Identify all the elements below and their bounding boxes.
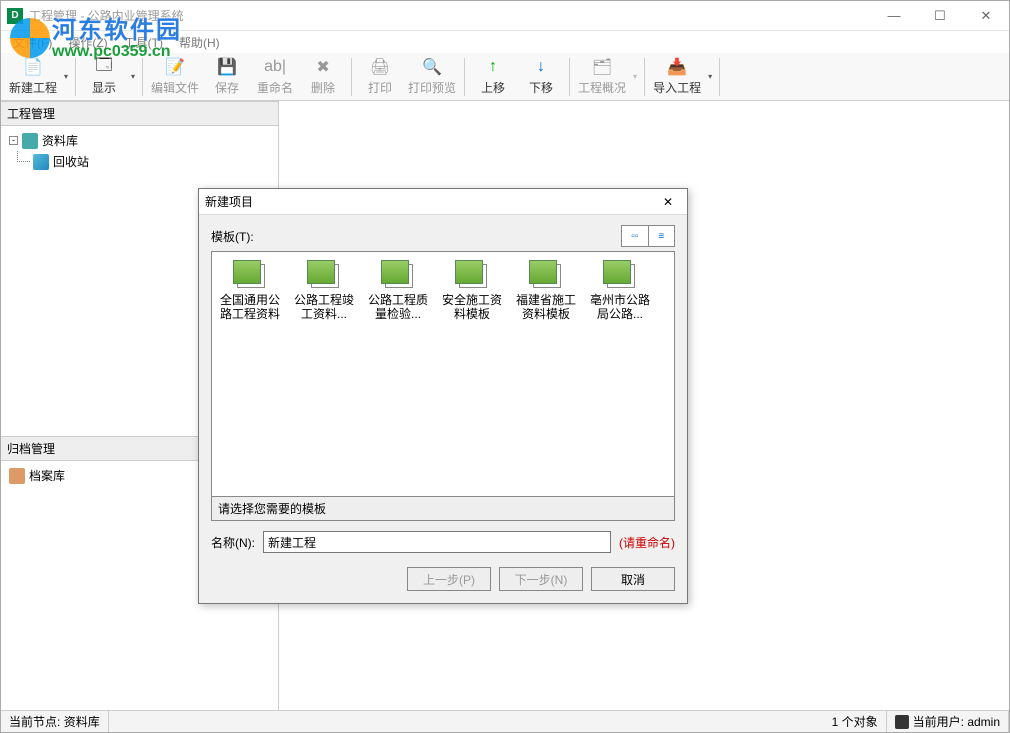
menu-help[interactable]: 帮助(H) <box>173 32 226 53</box>
project-panel-header: 工程管理 <box>1 101 278 126</box>
print-button[interactable]: 🖨 打印 <box>356 55 404 99</box>
menu-tools[interactable]: 工具(T) <box>118 32 169 53</box>
import-icon: 📥 <box>667 57 687 77</box>
separator <box>569 58 570 96</box>
dialog-titlebar[interactable]: 新建项目 ✕ <box>199 189 687 215</box>
titlebar: D 工程管理 - 公路内业管理系统 — ☐ ✕ <box>1 1 1009 31</box>
new-project-dropdown[interactable]: ▾ <box>61 55 71 99</box>
templates-label: 模板(T): <box>211 228 254 245</box>
menu-file[interactable]: 文件(F) <box>7 32 58 53</box>
rename-icon: ab| <box>265 57 285 77</box>
separator <box>142 58 143 96</box>
template-icon <box>455 260 489 290</box>
app-icon: D <box>7 8 23 24</box>
delete-icon: ✖ <box>313 57 333 77</box>
template-icon <box>233 260 267 290</box>
minimize-button[interactable]: — <box>871 1 917 30</box>
template-icon <box>529 260 563 290</box>
save-icon: 💾 <box>217 57 237 77</box>
window-controls: — ☐ ✕ <box>871 1 1009 30</box>
dialog-close-button[interactable]: ✕ <box>655 192 681 212</box>
status-current-node: 当前节点: 资料库 <box>1 711 109 732</box>
arrow-down-icon: ↓ <box>531 57 551 77</box>
toolbar: 📄 新建工程 ▾ 🗔 显示 ▾ 📝 编辑文件 💾 保存 ab| 重命名 ✖ 删除 <box>1 53 1009 101</box>
folder-icon <box>22 133 38 149</box>
template-item[interactable]: 公路工程质量检验... <box>368 260 428 322</box>
archive-icon <box>9 468 25 484</box>
import-project-button[interactable]: 📥 导入工程 <box>649 55 705 99</box>
rename-hint: (请重命名) <box>619 534 675 551</box>
new-project-icon: 📄 <box>23 57 43 77</box>
project-overview-button[interactable]: 🗂 工程概况 <box>574 55 630 99</box>
display-dropdown[interactable]: ▾ <box>128 55 138 99</box>
edit-file-button[interactable]: 📝 编辑文件 <box>147 55 203 99</box>
tree-root-item[interactable]: - 资料库 <box>5 130 274 151</box>
template-item[interactable]: 亳州市公路局公路... <box>590 260 650 322</box>
move-up-button[interactable]: ↑ 上移 <box>469 55 517 99</box>
minus-icon[interactable]: - <box>9 136 18 145</box>
cancel-button[interactable]: 取消 <box>591 567 675 591</box>
window-title: 工程管理 - 公路内业管理系统 <box>29 7 871 24</box>
overview-dropdown[interactable]: ▾ <box>630 55 640 99</box>
display-button[interactable]: 🗔 显示 <box>80 55 128 99</box>
template-item[interactable]: 公路工程竣工资料... <box>294 260 354 322</box>
menubar: 文件(F) 操作(Z) 工具(T) 帮助(H) <box>1 31 1009 53</box>
status-current-user: 当前用户: admin <box>887 711 1009 732</box>
prev-button[interactable]: 上一步(P) <box>407 567 491 591</box>
template-icon <box>307 260 341 290</box>
statusbar: 当前节点: 资料库 1 个对象 当前用户: admin <box>1 710 1009 732</box>
dialog-buttons: 上一步(P) 下一步(N) 取消 <box>211 567 675 591</box>
archive-root-label: 档案库 <box>29 467 65 484</box>
new-project-dialog: 新建项目 ✕ 模板(T): ▫▫ ≡ 全国通用公路工程资料 公路工程竣工资料..… <box>198 188 688 604</box>
large-icons-view[interactable]: ▫▫ <box>622 226 649 246</box>
move-down-button[interactable]: ↓ 下移 <box>517 55 565 99</box>
template-list[interactable]: 全国通用公路工程资料 公路工程竣工资料... 公路工程质量检验... 安全施工资… <box>211 251 675 497</box>
separator <box>75 58 76 96</box>
separator <box>644 58 645 96</box>
edit-file-icon: 📝 <box>165 57 185 77</box>
name-row: 名称(N): (请重命名) <box>211 531 675 553</box>
status-object-count: 1 个对象 <box>824 711 887 732</box>
maximize-button[interactable]: ☐ <box>917 1 963 30</box>
template-hint: 请选择您需要的模板 <box>211 497 675 521</box>
print-preview-icon: 🔍 <box>422 57 442 77</box>
next-button[interactable]: 下一步(N) <box>499 567 583 591</box>
template-icon <box>381 260 415 290</box>
print-preview-button[interactable]: 🔍 打印预览 <box>404 55 460 99</box>
template-item[interactable]: 安全施工资料模板 <box>442 260 502 322</box>
name-label: 名称(N): <box>211 534 255 551</box>
user-icon <box>895 715 909 729</box>
arrow-up-icon: ↑ <box>483 57 503 77</box>
import-dropdown[interactable]: ▾ <box>705 55 715 99</box>
overview-icon: 🗂 <box>592 57 612 77</box>
recycle-icon <box>33 154 49 170</box>
dialog-title: 新建项目 <box>205 193 655 210</box>
menu-operate[interactable]: 操作(Z) <box>62 32 113 53</box>
tree-child-item[interactable]: 回收站 <box>5 151 274 172</box>
tree-root-label: 资料库 <box>42 132 78 149</box>
separator <box>351 58 352 96</box>
close-button[interactable]: ✕ <box>963 1 1009 30</box>
template-item[interactable]: 全国通用公路工程资料 <box>220 260 280 322</box>
new-project-button[interactable]: 📄 新建工程 <box>5 55 61 99</box>
rename-button[interactable]: ab| 重命名 <box>251 55 299 99</box>
template-item[interactable]: 福建省施工资料模板 <box>516 260 576 322</box>
tree-child-label: 回收站 <box>53 153 89 170</box>
separator <box>719 58 720 96</box>
template-icon <box>603 260 637 290</box>
view-toggle[interactable]: ▫▫ ≡ <box>621 225 675 247</box>
dialog-body: 模板(T): ▫▫ ≡ 全国通用公路工程资料 公路工程竣工资料... 公路工程质… <box>199 215 687 603</box>
project-name-input[interactable] <box>263 531 611 553</box>
delete-button[interactable]: ✖ 删除 <box>299 55 347 99</box>
print-icon: 🖨 <box>370 57 390 77</box>
separator <box>464 58 465 96</box>
list-view[interactable]: ≡ <box>649 226 675 246</box>
save-button[interactable]: 💾 保存 <box>203 55 251 99</box>
display-icon: 🗔 <box>94 57 114 77</box>
